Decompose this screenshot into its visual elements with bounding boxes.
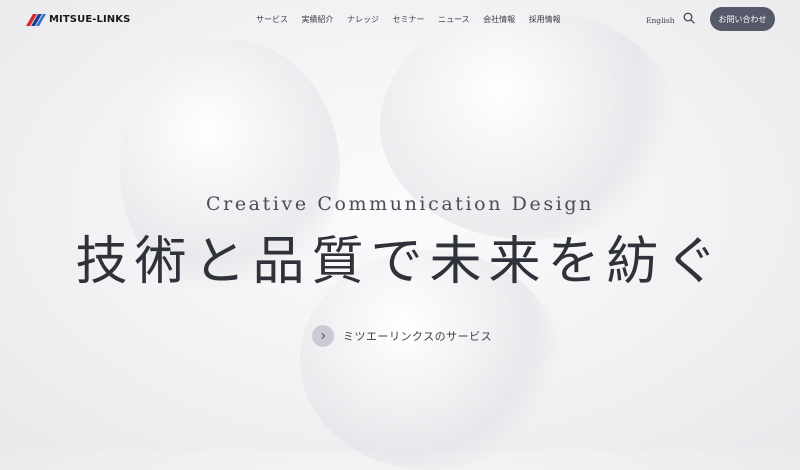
nav-item-seminars[interactable]: セミナー [393,14,425,25]
contact-button[interactable]: お問い合わせ [710,7,775,31]
site-header: MITSUE-LINKS サービス 実績紹介 ナレッジ セミナー ニュース 会社… [0,0,800,40]
site-logo[interactable]: MITSUE-LINKS [24,11,130,27]
nav-item-knowledge[interactable]: ナレッジ [347,14,379,25]
nav-item-company[interactable]: 会社情報 [483,14,515,25]
hero-subtitle: Creative Communication Design [206,193,594,215]
nav-item-news[interactable]: ニュース [438,14,470,25]
nav-item-services[interactable]: サービス [256,14,288,25]
search-icon[interactable] [683,12,695,24]
nav-item-works[interactable]: 実績紹介 [302,14,334,25]
logo-text: MITSUE-LINKS [49,13,131,25]
main-nav: サービス 実績紹介 ナレッジ セミナー ニュース 会社情報 採用情報 [256,14,574,25]
hero-headline: 技術と品質で未来を紡ぐ [75,232,725,292]
chevron-right-icon [312,325,334,347]
services-link[interactable]: ミツエーリンクスのサービス [312,325,492,347]
services-link-label: ミツエーリンクスのサービス [343,330,493,343]
nav-item-recruit[interactable]: 採用情報 [529,14,561,25]
language-link[interactable]: English [646,16,675,25]
logo-mark-icon [26,14,46,26]
